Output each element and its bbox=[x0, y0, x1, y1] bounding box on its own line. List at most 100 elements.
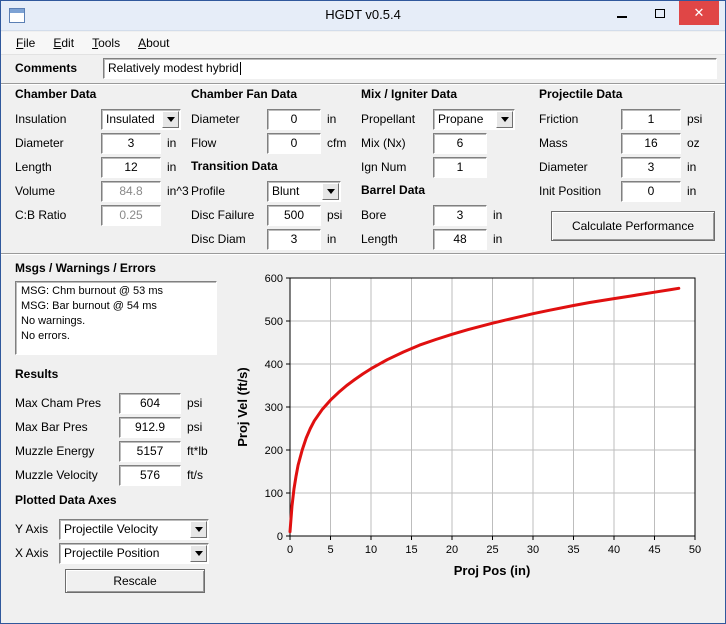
friction-label: Friction bbox=[539, 112, 578, 126]
disc-diam-label: Disc Diam bbox=[191, 232, 246, 246]
calculate-performance-button[interactable]: Calculate Performance bbox=[551, 211, 715, 241]
max-cham-pres-field: 604 bbox=[119, 393, 181, 414]
profile-label: Profile bbox=[191, 184, 225, 198]
svg-text:10: 10 bbox=[365, 544, 377, 556]
chamber-diameter-field[interactable]: 3 bbox=[101, 133, 161, 154]
fan-flow-field[interactable]: 0 bbox=[267, 133, 321, 154]
menu-file[interactable]: File bbox=[7, 33, 44, 53]
max-bar-pres-unit: psi bbox=[187, 420, 202, 434]
svg-text:600: 600 bbox=[265, 273, 283, 285]
transition-data-title: Transition Data bbox=[191, 159, 278, 173]
chamber-diameter-label: Diameter bbox=[15, 136, 64, 150]
chamber-volume-label: Volume bbox=[15, 184, 55, 198]
chamber-length-field[interactable]: 12 bbox=[101, 157, 161, 178]
fan-flow-unit: cfm bbox=[327, 136, 346, 150]
svg-text:15: 15 bbox=[405, 544, 417, 556]
chevron-down-icon[interactable] bbox=[162, 111, 179, 128]
rescale-button[interactable]: Rescale bbox=[65, 569, 205, 593]
chart-y-axis-title: Proj Vel (ft/s) bbox=[235, 367, 250, 446]
disc-diam-unit: in bbox=[327, 232, 336, 246]
maximize-button[interactable] bbox=[645, 1, 675, 25]
titlebar[interactable]: HGDT v0.5.4 ✕ bbox=[1, 1, 725, 31]
max-cham-pres-label: Max Cham Pres bbox=[15, 396, 101, 410]
svg-text:45: 45 bbox=[648, 544, 660, 556]
propellant-select[interactable]: Propane bbox=[433, 109, 515, 130]
chevron-down-icon[interactable] bbox=[496, 111, 513, 128]
message-line: No warnings. bbox=[21, 314, 211, 329]
x-axis-select[interactable]: Projectile Position bbox=[59, 543, 209, 564]
propellant-label: Propellant bbox=[361, 112, 415, 126]
x-axis-label: X Axis bbox=[15, 546, 48, 560]
ign-num-label: Ign Num bbox=[361, 160, 406, 174]
chevron-down-icon[interactable] bbox=[190, 521, 207, 538]
menu-tools[interactable]: Tools bbox=[83, 33, 129, 53]
message-line: MSG: Bar burnout @ 54 ms bbox=[21, 299, 211, 314]
svg-text:0: 0 bbox=[287, 544, 293, 556]
disc-diam-field[interactable]: 3 bbox=[267, 229, 321, 250]
message-line: No errors. bbox=[21, 329, 211, 344]
cb-ratio-label: C:B Ratio bbox=[15, 208, 66, 222]
muzzle-velocity-label: Muzzle Velocity bbox=[15, 468, 98, 482]
comments-label: Comments bbox=[15, 61, 77, 75]
mass-field[interactable]: 16 bbox=[621, 133, 681, 154]
disc-failure-field[interactable]: 500 bbox=[267, 205, 321, 226]
close-button[interactable]: ✕ bbox=[679, 1, 719, 25]
fan-diameter-field[interactable]: 0 bbox=[267, 109, 321, 130]
y-axis-select[interactable]: Projectile Velocity bbox=[59, 519, 209, 540]
fan-diameter-unit: in bbox=[327, 112, 336, 126]
init-position-field[interactable]: 0 bbox=[621, 181, 681, 202]
chevron-down-icon[interactable] bbox=[190, 545, 207, 562]
svg-text:400: 400 bbox=[265, 359, 283, 371]
divider-top bbox=[1, 83, 725, 85]
text-caret bbox=[240, 62, 241, 75]
insulation-select[interactable]: Insulated bbox=[101, 109, 181, 130]
max-bar-pres-field: 912.9 bbox=[119, 417, 181, 438]
chamber-diameter-unit: in bbox=[167, 136, 176, 150]
menu-edit[interactable]: Edit bbox=[44, 33, 83, 53]
svg-text:50: 50 bbox=[689, 544, 701, 556]
svg-text:30: 30 bbox=[527, 544, 539, 556]
minimize-button[interactable] bbox=[607, 1, 637, 25]
muzzle-energy-unit: ft*lb bbox=[187, 444, 208, 458]
muzzle-velocity-field: 576 bbox=[119, 465, 181, 486]
svg-text:35: 35 bbox=[567, 544, 579, 556]
chamber-volume-unit: in^3 bbox=[167, 184, 189, 198]
chamber-data-title: Chamber Data bbox=[15, 87, 96, 101]
ign-num-field[interactable]: 1 bbox=[433, 157, 487, 178]
barrel-length-unit: in bbox=[493, 232, 502, 246]
chamber-length-label: Length bbox=[15, 160, 52, 174]
barrel-length-label: Length bbox=[361, 232, 398, 246]
svg-text:5: 5 bbox=[327, 544, 333, 556]
proj-diameter-unit: in bbox=[687, 160, 696, 174]
mix-label: Mix (Nx) bbox=[361, 136, 406, 150]
svg-text:0: 0 bbox=[277, 531, 283, 543]
barrel-length-field[interactable]: 48 bbox=[433, 229, 487, 250]
chart-x-axis-title: Proj Pos (in) bbox=[454, 563, 531, 578]
results-title: Results bbox=[15, 367, 58, 381]
chevron-down-icon[interactable] bbox=[322, 183, 339, 200]
svg-text:20: 20 bbox=[446, 544, 458, 556]
performance-chart: 051015202530354045500100200300400500600 … bbox=[229, 265, 723, 583]
comments-input[interactable]: Relatively modest hybrid bbox=[103, 58, 717, 79]
svg-text:300: 300 bbox=[265, 402, 283, 414]
bore-field[interactable]: 3 bbox=[433, 205, 487, 226]
menu-about[interactable]: About bbox=[129, 33, 178, 53]
proj-diameter-label: Diameter bbox=[539, 160, 588, 174]
minimize-icon bbox=[617, 16, 627, 18]
message-line: MSG: Chm burnout @ 53 ms bbox=[21, 284, 211, 299]
insulation-label: Insulation bbox=[15, 112, 66, 126]
friction-field[interactable]: 1 bbox=[621, 109, 681, 130]
proj-diameter-field[interactable]: 3 bbox=[621, 157, 681, 178]
profile-select[interactable]: Blunt bbox=[267, 181, 341, 202]
max-bar-pres-label: Max Bar Pres bbox=[15, 420, 88, 434]
muzzle-velocity-unit: ft/s bbox=[187, 468, 203, 482]
mix-field[interactable]: 6 bbox=[433, 133, 487, 154]
fan-flow-label: Flow bbox=[191, 136, 216, 150]
messages-box[interactable]: MSG: Chm burnout @ 53 ms MSG: Bar burnou… bbox=[15, 281, 217, 355]
svg-text:100: 100 bbox=[265, 488, 283, 500]
disc-failure-unit: psi bbox=[327, 208, 342, 222]
muzzle-energy-label: Muzzle Energy bbox=[15, 444, 94, 458]
y-axis-label: Y Axis bbox=[15, 522, 48, 536]
svg-text:25: 25 bbox=[486, 544, 498, 556]
muzzle-energy-field: 5157 bbox=[119, 441, 181, 462]
